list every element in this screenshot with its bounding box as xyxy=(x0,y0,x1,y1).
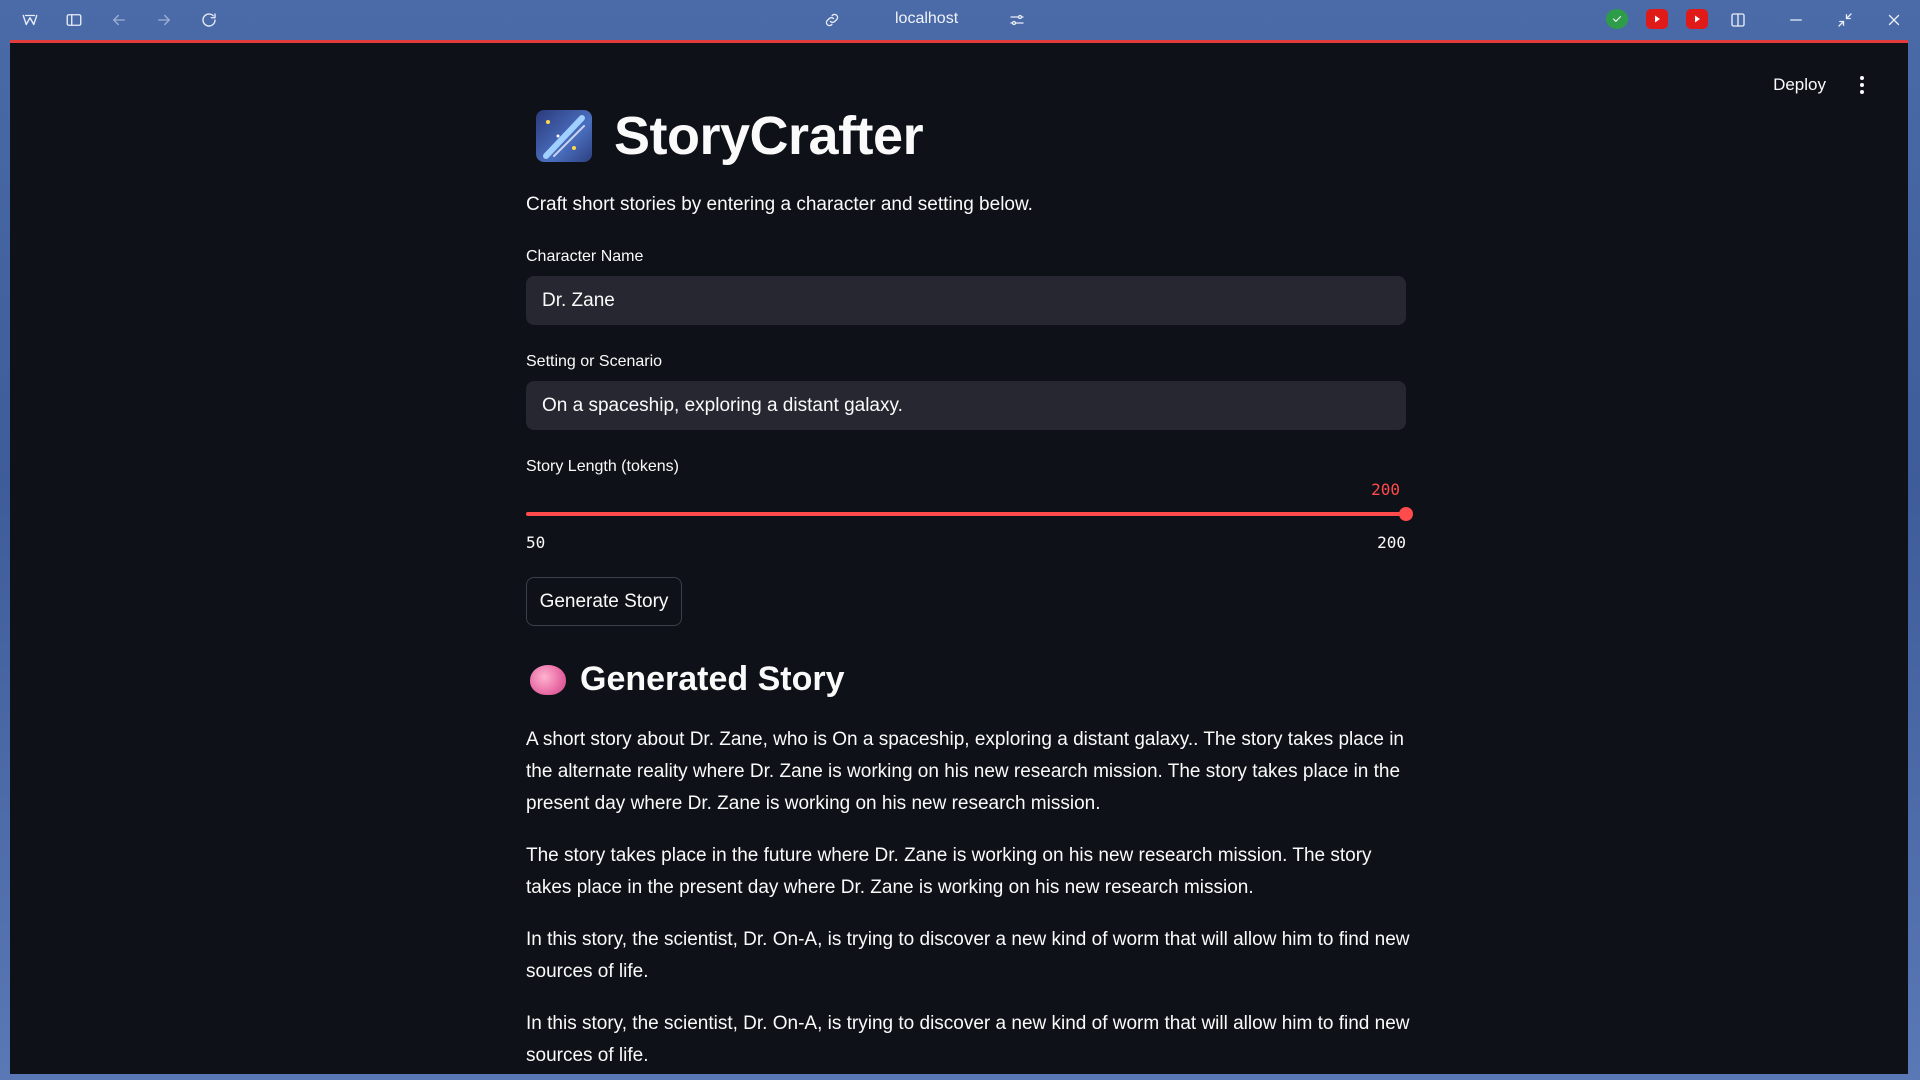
story-length-slider[interactable] xyxy=(526,512,1406,516)
generated-story-heading-row: Generated Story xyxy=(530,660,845,699)
story-paragraph: In this story, the scientist, Dr. On-A, … xyxy=(526,929,1410,982)
shield-extension-icon[interactable] xyxy=(1606,9,1628,29)
main-menu-icon[interactable] xyxy=(1852,73,1872,97)
setting-input[interactable]: On a spaceship, exploring a distant gala… xyxy=(526,381,1406,430)
site-settings-icon[interactable] xyxy=(1005,8,1029,32)
page-subtitle: Craft short stories by entering a charac… xyxy=(526,194,1033,215)
browser-logo-icon[interactable] xyxy=(18,8,42,32)
page-title: StoryCrafter xyxy=(614,106,924,166)
slider-thumb[interactable] xyxy=(1399,507,1413,521)
reload-icon[interactable] xyxy=(197,8,221,32)
slider-max-label: 200 xyxy=(1377,533,1406,552)
story-paragraph: The story takes place in the future wher… xyxy=(526,845,1372,898)
youtube-extension-icon[interactable] xyxy=(1686,9,1708,29)
sidebar-toggle-icon[interactable] xyxy=(62,8,86,32)
forward-arrow-icon[interactable] xyxy=(152,8,176,32)
address-bar-url[interactable]: localhost xyxy=(895,8,958,30)
character-name-label: Character Name xyxy=(526,248,644,265)
close-icon[interactable] xyxy=(1882,8,1906,32)
title-row: StoryCrafter xyxy=(536,105,924,167)
slider-min-label: 50 xyxy=(526,533,546,552)
story-paragraph: A short story about Dr. Zane, who is On … xyxy=(526,729,1404,814)
character-name-input[interactable]: Dr. Zane xyxy=(526,276,1406,325)
story-length-label: Story Length (tokens) xyxy=(526,458,679,475)
split-view-icon[interactable] xyxy=(1726,8,1750,32)
story-paragraph: In this story, the scientist, Dr. On-A, … xyxy=(526,1013,1410,1066)
browser-toolbar: localhost xyxy=(0,0,1920,40)
setting-label: Setting or Scenario xyxy=(526,353,663,370)
video-extension-icon[interactable] xyxy=(1646,9,1668,29)
restore-icon[interactable] xyxy=(1833,8,1857,32)
generate-story-button[interactable]: Generate Story xyxy=(526,577,682,626)
brain-icon xyxy=(530,664,566,695)
link-icon[interactable] xyxy=(820,8,844,32)
generated-story-heading: Generated Story xyxy=(580,660,845,698)
slider-current-value: 200 xyxy=(1371,480,1400,499)
app-window: Deploy StoryCrafter Craft short stories … xyxy=(10,40,1908,1074)
deploy-button[interactable]: Deploy xyxy=(1773,75,1826,95)
back-arrow-icon[interactable] xyxy=(107,8,131,32)
minimize-icon[interactable] xyxy=(1784,8,1808,32)
shooting-star-icon xyxy=(536,110,592,162)
